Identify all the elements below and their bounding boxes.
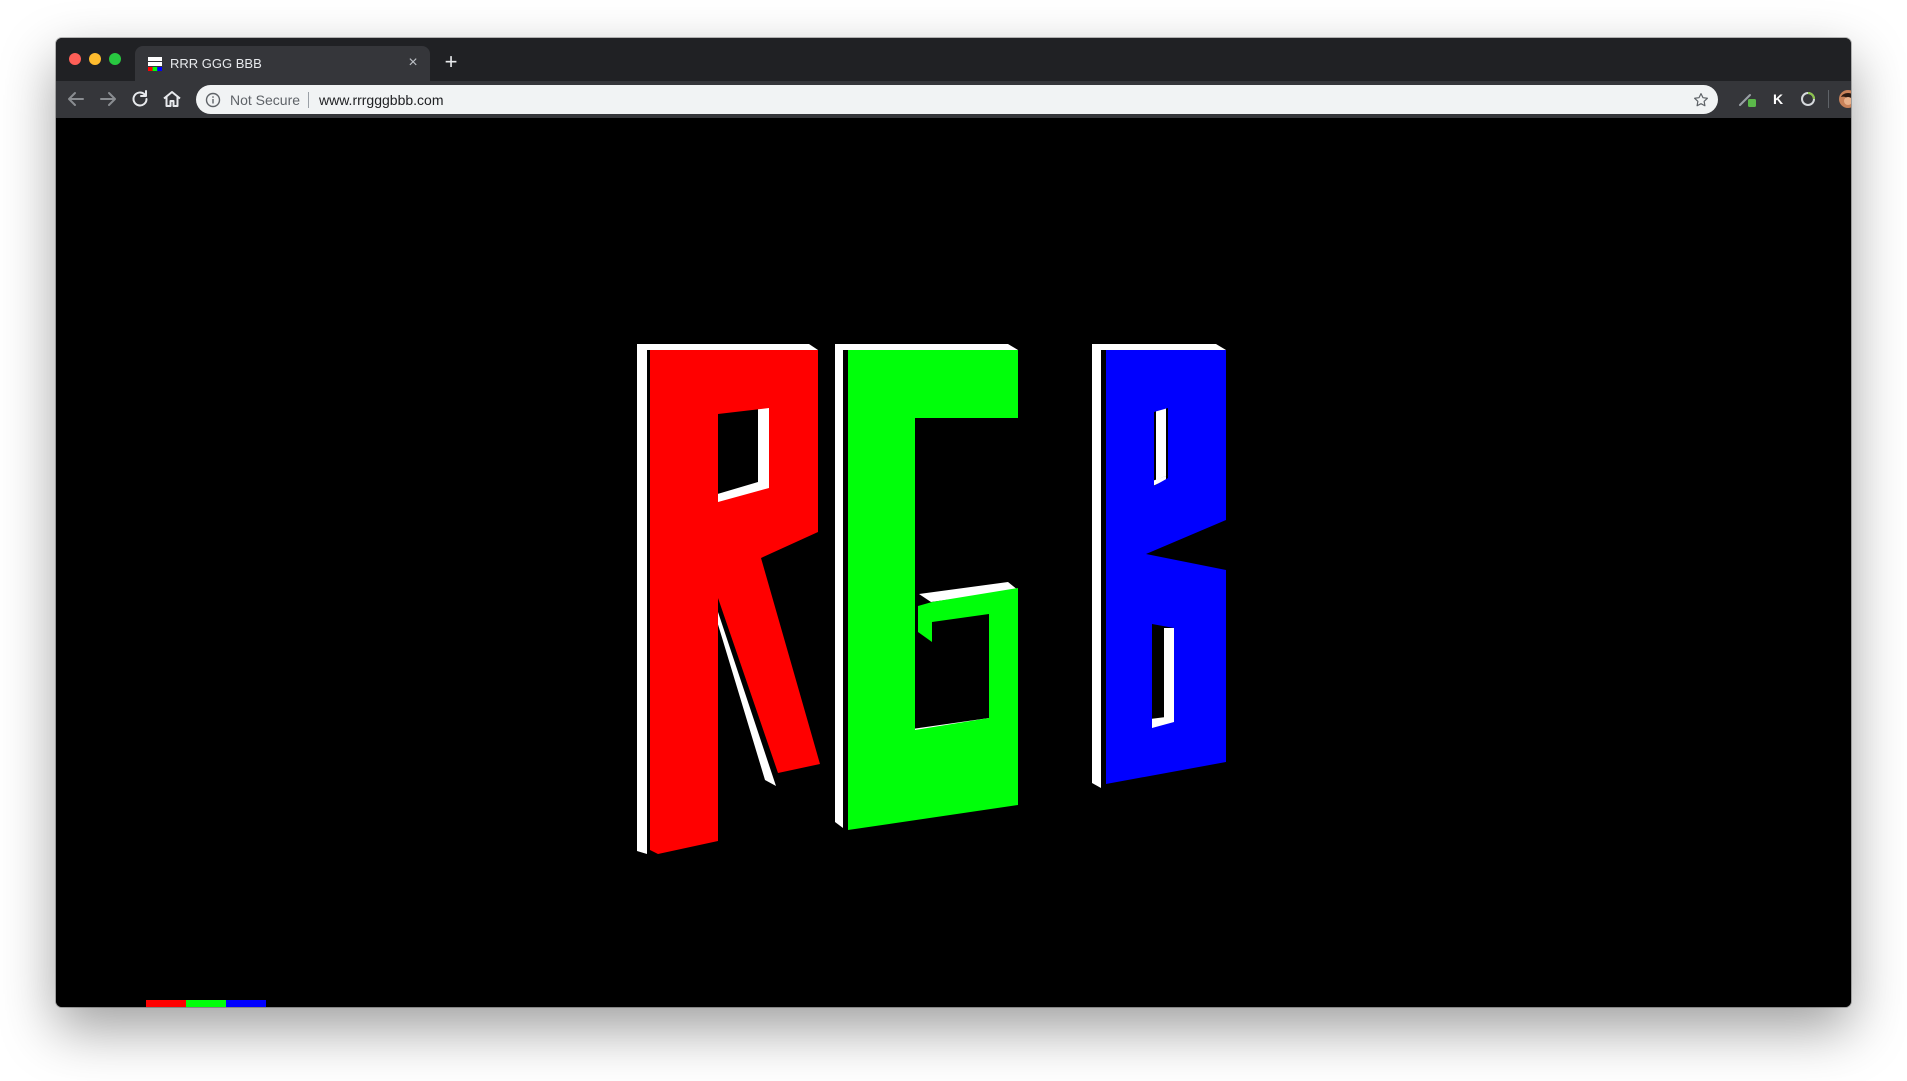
title-bar: RRR GGG BBB × + <box>56 38 1851 81</box>
new-tab-button[interactable]: + <box>439 51 463 75</box>
close-window-button[interactable] <box>69 53 81 65</box>
letter-b-logo <box>1092 344 1226 788</box>
forward-arrow-icon[interactable] <box>96 87 120 111</box>
letter-r-logo <box>637 344 820 854</box>
extension-circle-icon[interactable] <box>1798 89 1818 109</box>
browser-toolbar: Not Secure www.rrrgggbbb.com K <box>56 81 1851 118</box>
home-icon[interactable] <box>160 87 184 111</box>
letter-r-face <box>650 350 820 854</box>
reload-icon[interactable] <box>128 87 152 111</box>
star-icon[interactable] <box>1692 91 1710 109</box>
rgb-logo <box>637 344 1226 854</box>
tab-title: RRR GGG BBB <box>170 56 262 71</box>
toolbar-divider <box>1828 90 1829 108</box>
extension-k-icon[interactable]: K <box>1768 89 1788 109</box>
back-arrow-icon[interactable] <box>64 87 88 111</box>
minimize-window-button[interactable] <box>89 53 101 65</box>
browser-window: RRR GGG BBB × + Not Secure www.rrrgggbbb… <box>56 38 1851 1007</box>
rgb-bottom-bar <box>146 1000 266 1007</box>
letter-g-logo <box>835 344 1018 830</box>
profile-avatar[interactable] <box>1838 89 1851 109</box>
rgb-stripes-favicon-icon <box>148 57 162 71</box>
browser-tab[interactable]: RRR GGG BBB × <box>135 46 430 81</box>
extension-pen-icon[interactable] <box>1738 89 1758 109</box>
security-label[interactable]: Not Secure <box>230 92 300 108</box>
omnibox-divider <box>308 92 309 108</box>
bottom-bar-green-segment <box>186 1000 226 1007</box>
info-icon[interactable] <box>205 92 221 108</box>
page-viewport <box>56 118 1851 1007</box>
url-text[interactable]: www.rrrgggbbb.com <box>319 92 444 108</box>
maximize-window-button[interactable] <box>109 53 121 65</box>
tab-close-icon[interactable]: × <box>404 54 422 72</box>
address-bar[interactable]: Not Secure www.rrrgggbbb.com <box>196 85 1718 114</box>
bottom-bar-blue-segment <box>226 1000 266 1007</box>
bottom-bar-red-segment <box>146 1000 186 1007</box>
